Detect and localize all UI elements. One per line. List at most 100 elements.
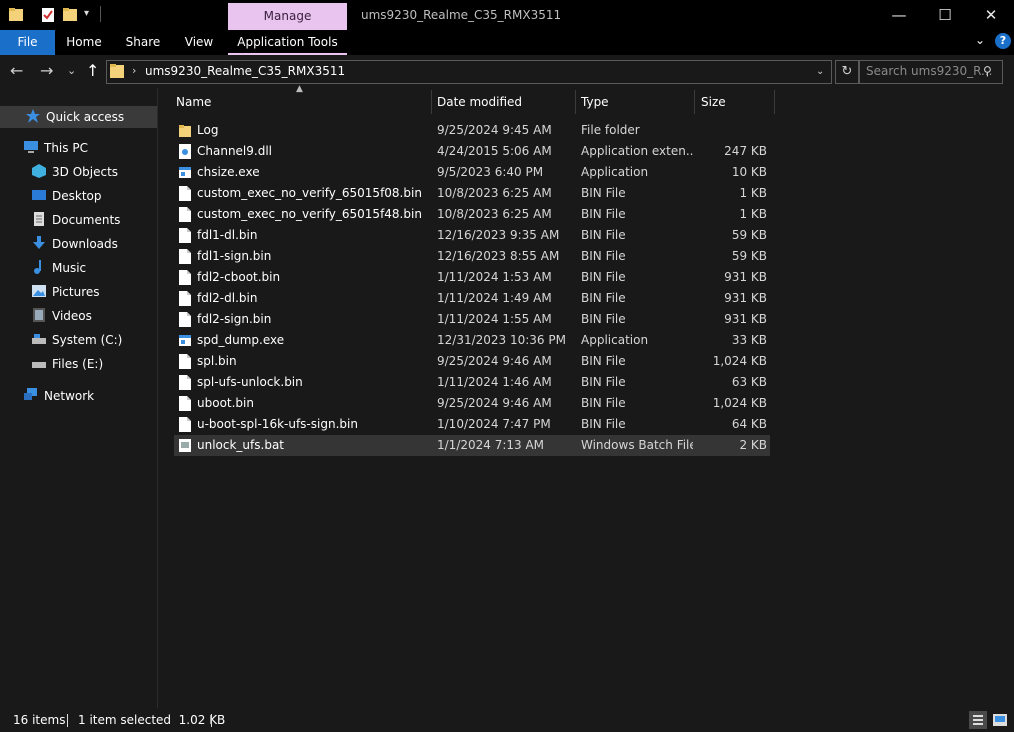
ribbon-collapse-icon[interactable]: ⌄ (975, 33, 985, 47)
folder-icon (179, 125, 191, 137)
file-icon (179, 291, 191, 306)
file-icon (179, 186, 191, 201)
file-date-modified: 9/25/2024 9:46 AM (437, 396, 552, 410)
nav-label: Documents (52, 213, 121, 227)
nav-documents[interactable]: Documents (32, 209, 120, 231)
file-date-modified: 1/11/2024 1:46 AM (437, 375, 552, 389)
help-icon[interactable]: ? (995, 33, 1011, 49)
file-type: Application (581, 333, 649, 347)
tab-share[interactable]: Share (114, 30, 172, 55)
pictures-icon (32, 285, 46, 297)
file-name: custom_exec_no_verify_65015f48.bin (197, 207, 422, 221)
file-row[interactable]: Log 9/25/2024 9:45 AM File folder (174, 120, 770, 141)
file-size: 63 KB (731, 375, 767, 389)
file-type: Windows Batch File (581, 438, 693, 452)
nav-3d-objects[interactable]: 3D Objects (32, 161, 118, 183)
file-size: 1 KB (739, 207, 767, 221)
divider (100, 6, 101, 22)
recent-locations-button[interactable]: ⌄ (67, 60, 76, 82)
properties-icon[interactable] (40, 7, 56, 23)
file-date-modified: 9/25/2024 9:45 AM (437, 123, 552, 137)
file-row[interactable]: fdl1-sign.bin 12/16/2023 8:55 AM BIN File 5… (174, 246, 770, 267)
divider (211, 714, 212, 727)
nav-label: Desktop (52, 189, 102, 203)
file-row[interactable]: custom_exec_no_verify_65015f48.bin 10/8/2… (174, 204, 770, 225)
file-row[interactable]: spl.bin 9/25/2024 9:46 AM BIN File 1,024 KB (174, 351, 770, 372)
file-date-modified: 12/16/2023 8:55 AM (437, 249, 560, 263)
up-button[interactable]: ↑ (86, 60, 99, 82)
file-row[interactable]: spl-ufs-unlock.bin 1/11/2024 1:46 AM BIN F… (174, 372, 770, 393)
back-button[interactable]: ← (10, 60, 23, 82)
large-icons-view-icon[interactable] (991, 711, 1009, 729)
column-divider[interactable] (694, 90, 695, 114)
file-row[interactable]: chsize.exe 9/5/2023 6:40 PM Application 10 … (174, 162, 770, 183)
tab-file[interactable]: File (0, 30, 55, 55)
file-type: BIN File (581, 207, 626, 221)
customize-quick-access-icon[interactable]: ▾ (84, 8, 89, 19)
nav-desktop[interactable]: Desktop (32, 185, 102, 207)
close-button[interactable]: ✕ (968, 0, 1014, 30)
file-size: 931 KB (724, 312, 767, 326)
file-size: 1,024 KB (712, 354, 767, 368)
file-row[interactable]: u-boot-spl-16k-ufs-sign.bin 1/10/2024 7:4… (174, 414, 770, 435)
column-divider[interactable] (774, 90, 775, 114)
column-divider[interactable] (431, 90, 432, 114)
tab-home[interactable]: Home (56, 30, 112, 55)
details-view-icon[interactable] (969, 711, 987, 729)
file-row[interactable]: fdl1-dl.bin 12/16/2023 9:35 AM BIN File 59 … (174, 225, 770, 246)
nav-pictures[interactable]: Pictures (32, 281, 100, 303)
file-row[interactable]: unlock_ufs.bat 1/1/2024 7:13 AM Windows Ba… (174, 435, 770, 456)
forward-button[interactable]: → (40, 60, 53, 82)
breadcrumb-current-folder[interactable]: ums9230_Realme_C35_RMX3511 (145, 60, 345, 82)
file-name: Log (197, 123, 219, 137)
maximize-button[interactable]: ☐ (922, 0, 968, 30)
search-icon[interactable]: ⚲ (983, 60, 992, 82)
file-row[interactable]: fdl2-sign.bin 1/11/2024 1:55 AM BIN File 93… (174, 309, 770, 330)
star-icon (26, 109, 40, 123)
file-size: 33 KB (731, 333, 767, 347)
tab-view[interactable]: View (174, 30, 224, 55)
file-row[interactable]: Channel9.dll 4/24/2015 5:06 AM Application… (174, 141, 770, 162)
folder-icon[interactable] (8, 7, 24, 23)
folder-icon (110, 64, 124, 78)
new-folder-icon[interactable] (62, 7, 78, 23)
nav-network[interactable]: Network (24, 385, 94, 407)
column-header-name[interactable]: Name (176, 90, 430, 114)
file-name: fdl1-sign.bin (197, 249, 272, 263)
nav-videos[interactable]: Videos (32, 305, 92, 327)
file-row[interactable]: spd_dump.exe 12/31/2023 10:36 PM Applicati… (174, 330, 770, 351)
address-dropdown-icon[interactable]: ⌄ (816, 60, 824, 84)
file-type: BIN File (581, 417, 626, 431)
file-icon (179, 396, 191, 411)
nav-system-drive[interactable]: System (C:) (32, 329, 122, 351)
column-divider[interactable] (575, 90, 576, 114)
file-name: custom_exec_no_verify_65015f08.bin (197, 186, 422, 200)
nav-label: Pictures (52, 285, 100, 299)
computer-icon (24, 141, 38, 153)
file-icon (179, 270, 191, 285)
manage-tab[interactable]: Manage (228, 3, 347, 30)
nav-music[interactable]: Music (32, 257, 86, 279)
breadcrumb-chevron-icon[interactable]: › (132, 60, 136, 82)
column-header-date[interactable]: Date modified (437, 90, 573, 114)
minimize-button[interactable]: — (876, 0, 922, 30)
nav-quick-access[interactable]: Quick access (0, 106, 157, 128)
nav-files-drive[interactable]: Files (E:) (32, 353, 103, 375)
file-type: BIN File (581, 270, 626, 284)
nav-this-pc[interactable]: This PC (24, 137, 88, 159)
file-row[interactable]: fdl2-cboot.bin 1/11/2024 1:53 AM BIN File 9… (174, 267, 770, 288)
file-date-modified: 12/31/2023 10:36 PM (437, 333, 566, 347)
file-type: Application (581, 165, 649, 179)
column-header-type[interactable]: Type (581, 90, 693, 114)
file-row[interactable]: uboot.bin 9/25/2024 9:46 AM BIN File 1,024 … (174, 393, 770, 414)
nav-downloads[interactable]: Downloads (32, 233, 118, 255)
file-row[interactable]: custom_exec_no_verify_65015f08.bin 10/8/2… (174, 183, 770, 204)
file-type: File folder (581, 123, 640, 137)
column-header-size[interactable]: Size (701, 90, 773, 114)
file-icon (179, 354, 191, 369)
tab-application-tools[interactable]: Application Tools (228, 30, 347, 55)
file-size: 247 KB (724, 144, 767, 158)
file-row[interactable]: fdl2-dl.bin 1/11/2024 1:49 AM BIN File 931 … (174, 288, 770, 309)
refresh-button[interactable]: ↻ (835, 60, 859, 84)
videos-icon (33, 308, 45, 322)
